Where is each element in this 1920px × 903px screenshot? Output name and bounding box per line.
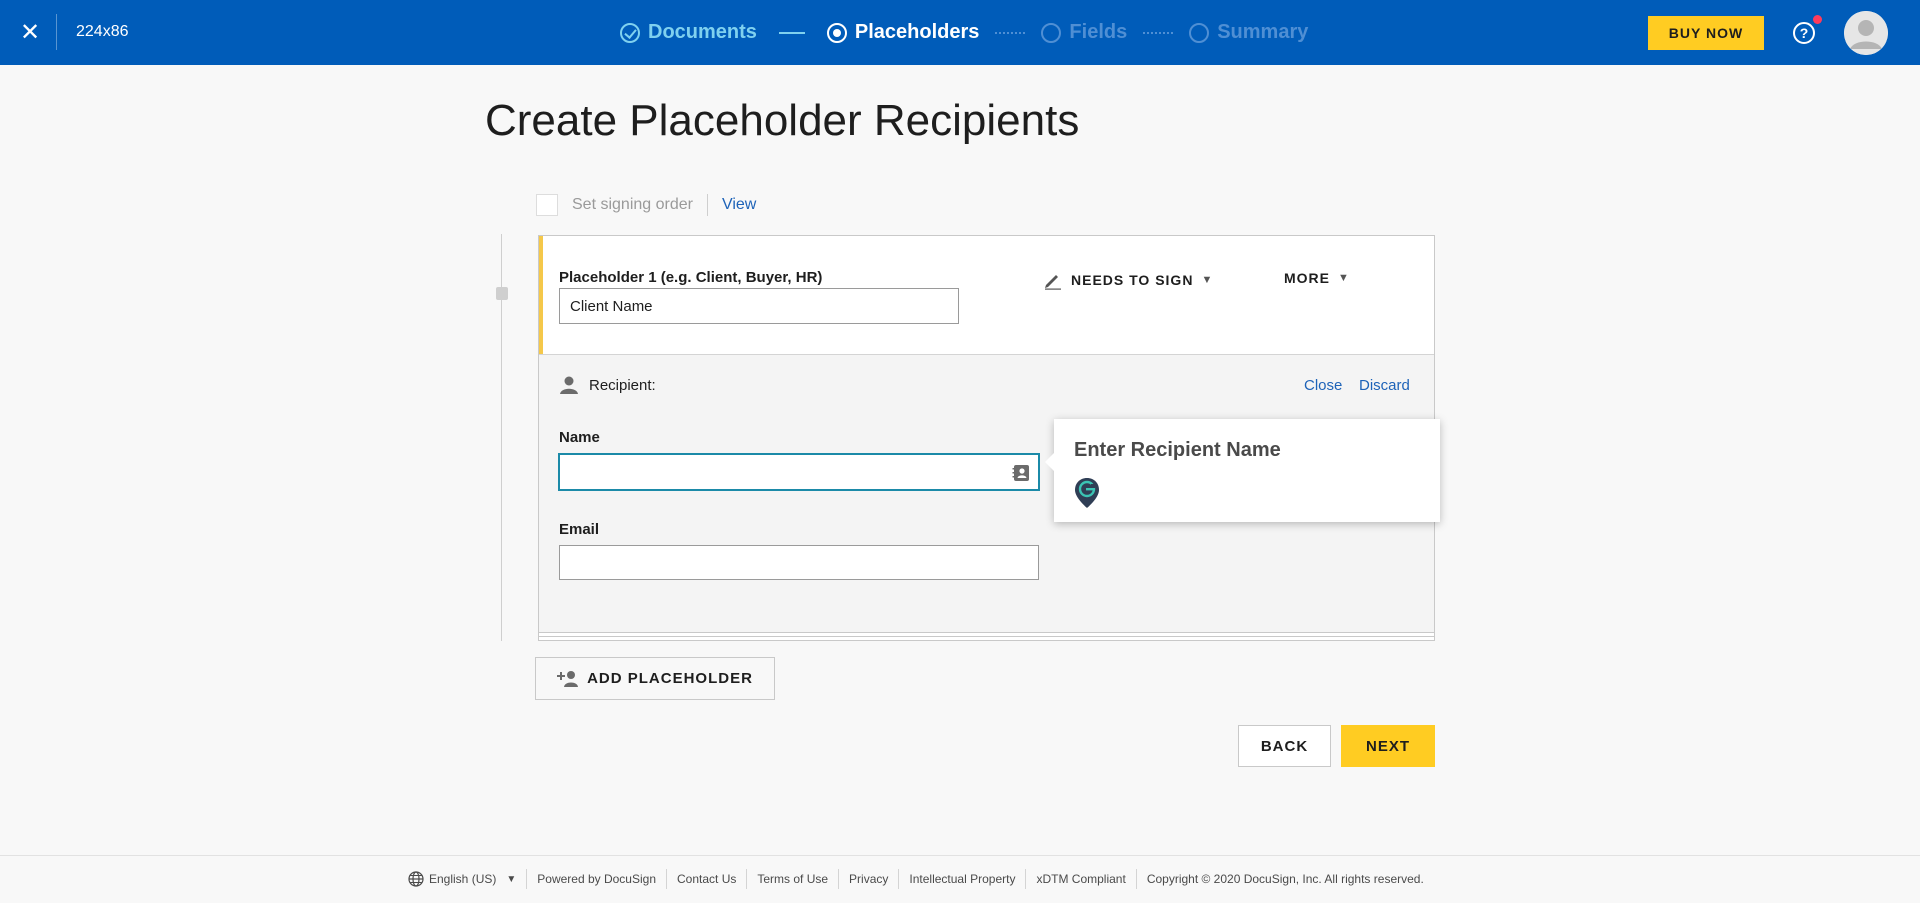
- step-documents[interactable]: Documents: [620, 21, 757, 44]
- add-placeholder-button[interactable]: ADD PLACEHOLDER: [535, 657, 775, 700]
- caret-down-icon: ▼: [1201, 274, 1214, 286]
- language-selector[interactable]: English (US): [429, 872, 496, 886]
- footer: English (US) ▼ Powered by DocuSign Conta…: [0, 855, 1920, 903]
- empty-circle-icon: [1189, 22, 1210, 43]
- page-title: Create Placeholder Recipients: [485, 96, 1080, 145]
- caret-down-icon[interactable]: ▼: [506, 874, 516, 885]
- check-circle-icon: [620, 22, 640, 43]
- step-separator: [995, 31, 1026, 34]
- user-silhouette-icon: [1844, 11, 1888, 55]
- notification-dot: [1813, 15, 1822, 24]
- footer-link-terms[interactable]: Terms of Use: [757, 872, 828, 886]
- signing-order-checkbox[interactable]: [536, 194, 558, 216]
- more-label: MORE: [1284, 270, 1330, 286]
- empty-circle-icon: [1041, 22, 1062, 43]
- needs-to-sign-label: NEEDS TO SIGN: [1071, 272, 1194, 288]
- divider: [706, 194, 708, 216]
- close-link[interactable]: Close: [1304, 377, 1342, 394]
- panel-border: [539, 632, 1434, 633]
- footer-divider: [666, 869, 667, 889]
- buy-now-button[interactable]: BUY NOW: [1648, 16, 1764, 50]
- footer-link-powered-by[interactable]: Powered by DocuSign: [537, 872, 656, 886]
- step-label: Summary: [1217, 21, 1309, 43]
- radio-dot-icon: [826, 22, 847, 43]
- recipient-name-tooltip: Enter Recipient Name: [1045, 419, 1440, 522]
- globe-icon: [408, 871, 424, 887]
- step-separator: [778, 31, 805, 34]
- step-separator: [1143, 31, 1174, 34]
- discard-link[interactable]: Discard: [1359, 377, 1410, 394]
- step-label: Documents: [648, 21, 757, 43]
- add-user-icon: [557, 670, 579, 687]
- view-link[interactable]: View: [722, 196, 756, 214]
- caret-down-icon: ▼: [1338, 272, 1350, 284]
- pen-icon: [1045, 275, 1061, 290]
- recipient-heading: Recipient:: [559, 375, 656, 395]
- step-label: Placeholders: [854, 21, 980, 43]
- step-label: Fields: [1069, 21, 1128, 43]
- help-icon[interactable]: ?: [1793, 22, 1815, 44]
- signing-order-label: Set signing order: [572, 196, 693, 213]
- back-button[interactable]: BACK: [1238, 725, 1331, 767]
- step-fields[interactable]: Fields: [1041, 21, 1127, 44]
- placeholder-role-input[interactable]: [559, 288, 959, 324]
- recipient-name-input[interactable]: [560, 455, 1000, 489]
- add-placeholder-label: ADD PLACEHOLDER: [587, 670, 753, 687]
- address-book-icon[interactable]: [1012, 464, 1030, 482]
- step-placeholders[interactable]: Placeholders: [826, 21, 980, 44]
- avatar[interactable]: [1844, 11, 1888, 55]
- top-bar: ✕ 224x86 Documents Placeholders Fields S…: [0, 0, 1920, 65]
- email-label: Email: [559, 521, 600, 538]
- header-divider: [56, 14, 57, 50]
- recipient-email-input[interactable]: [559, 545, 1039, 580]
- signing-order-row: Set signing order View: [536, 194, 756, 216]
- panel-border: [539, 636, 1434, 637]
- footer-divider: [1025, 869, 1027, 889]
- tooltip-title: Enter Recipient Name: [1074, 439, 1281, 461]
- document-title: 224x86: [76, 23, 129, 40]
- footer-divider: [746, 869, 748, 889]
- drag-handle[interactable]: [496, 287, 508, 300]
- needs-to-sign-dropdown[interactable]: NEEDS TO SIGN ▼: [1043, 270, 1213, 290]
- footer-link-contact[interactable]: Contact Us: [677, 872, 736, 886]
- footer-link-xdtm[interactable]: xDTM Compliant: [1036, 872, 1125, 886]
- card-accent-bar: [539, 236, 543, 354]
- person-icon: [560, 376, 578, 394]
- more-dropdown[interactable]: MORE ▼: [1284, 270, 1350, 286]
- name-label: Name: [559, 429, 600, 446]
- name-field-wrapper: [558, 453, 1040, 491]
- close-icon[interactable]: ✕: [18, 20, 42, 44]
- footer-divider: [526, 869, 528, 889]
- next-button[interactable]: NEXT: [1341, 725, 1435, 767]
- grammarly-pin-icon[interactable]: [1074, 477, 1100, 509]
- step-summary[interactable]: Summary: [1189, 21, 1308, 44]
- footer-links: English (US) ▼ Powered by DocuSign Conta…: [408, 869, 1424, 889]
- footer-divider: [838, 869, 840, 889]
- placeholder-label: Placeholder 1 (e.g. Client, Buyer, HR): [559, 269, 823, 286]
- footer-link-privacy[interactable]: Privacy: [849, 872, 888, 886]
- footer-divider: [898, 869, 900, 889]
- recipient-heading-label: Recipient:: [589, 376, 656, 394]
- copyright-text: Copyright © 2020 DocuSign, Inc. All righ…: [1146, 872, 1424, 886]
- progress-steps: Documents Placeholders Fields Summary: [620, 0, 1308, 65]
- footer-divider: [1135, 869, 1137, 889]
- footer-link-ip[interactable]: Intellectual Property: [909, 872, 1015, 886]
